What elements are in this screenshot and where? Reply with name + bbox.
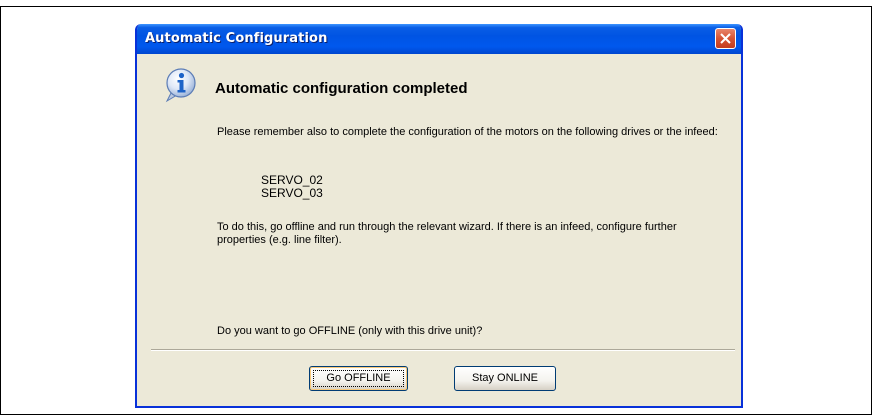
close-icon xyxy=(720,33,731,44)
stay-online-button[interactable]: Stay ONLINE xyxy=(454,366,556,391)
dialog-title: Automatic Configuration xyxy=(145,31,328,46)
info-icon xyxy=(165,68,196,103)
close-button[interactable] xyxy=(715,28,736,49)
go-offline-label: Go OFFLINE xyxy=(326,372,391,384)
dialog-titlebar[interactable]: Automatic Configuration xyxy=(137,24,741,54)
drive-list: SERVO_02 SERVO_03 xyxy=(261,174,323,200)
message-paragraph-2: To do this, go offline and run through t… xyxy=(217,221,677,246)
divider xyxy=(151,349,735,351)
list-item: SERVO_03 xyxy=(261,186,323,200)
stay-online-label: Stay ONLINE xyxy=(471,372,539,384)
go-offline-button[interactable]: Go OFFLINE xyxy=(309,366,408,391)
confirmation-question: Do you want to go OFFLINE (only with thi… xyxy=(217,325,483,337)
message-paragraph-1: Please remember also to complete the con… xyxy=(217,126,718,138)
dialog-heading: Automatic configuration completed xyxy=(215,80,468,97)
automatic-configuration-dialog: Automatic Configuration Automatic config… xyxy=(135,24,743,408)
